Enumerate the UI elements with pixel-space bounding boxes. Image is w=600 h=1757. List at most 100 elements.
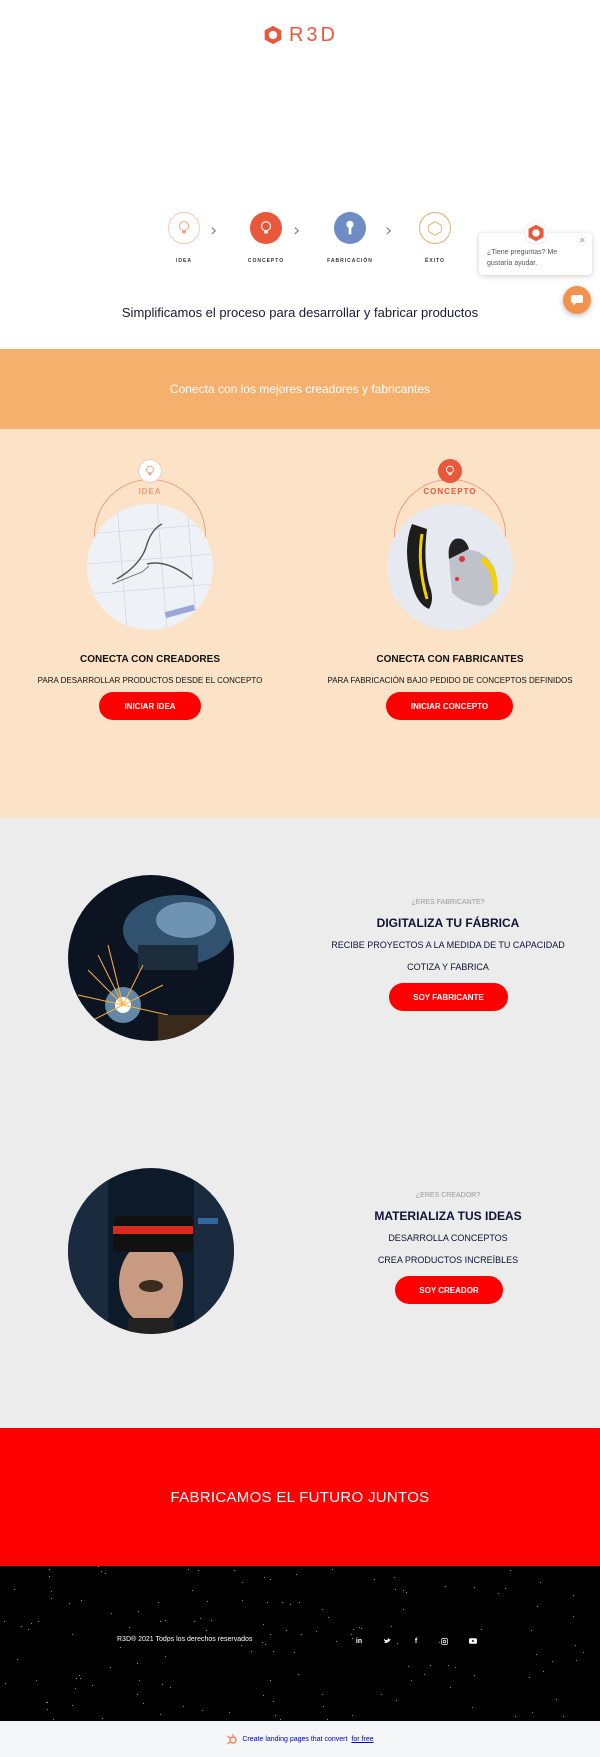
step-idea: IDEA bbox=[154, 212, 214, 264]
chat-launcher-button[interactable] bbox=[563, 286, 591, 314]
star-dot bbox=[76, 1678, 77, 1679]
star-dot bbox=[455, 1667, 456, 1668]
star-dot bbox=[336, 1641, 337, 1642]
lightbulb-outline-icon bbox=[138, 459, 162, 483]
star-dot bbox=[323, 1706, 324, 1707]
star-dot bbox=[98, 1566, 99, 1567]
start-idea-button[interactable]: INICIAR IDEA bbox=[99, 692, 201, 720]
star-dot bbox=[79, 1675, 80, 1676]
star-dot bbox=[28, 1629, 29, 1630]
star-dot bbox=[36, 1680, 37, 1681]
star-dot bbox=[498, 1593, 499, 1594]
manufacturer-block: ¿ERES FABRICANTE? DIGITALIZA TU FÁBRICA … bbox=[298, 899, 598, 984]
i-am-manufacturer-button[interactable]: SOY FABRICANTE bbox=[389, 983, 508, 1011]
star-dot bbox=[4, 1621, 5, 1622]
start-concept-button[interactable]: INICIAR CONCEPTO bbox=[386, 692, 513, 720]
star-dot bbox=[211, 1620, 212, 1621]
card-badge-label: IDEA bbox=[138, 487, 162, 496]
star-dot bbox=[158, 1602, 159, 1603]
hubspot-lead-text: Create landing pages that convert bbox=[242, 1735, 348, 1743]
instagram-icon[interactable] bbox=[437, 1634, 451, 1648]
star-dot bbox=[5, 1683, 6, 1684]
manufacturer-title: DIGITALIZA TU FÁBRICA bbox=[376, 916, 520, 930]
star-dot bbox=[143, 1703, 144, 1704]
star-dot bbox=[374, 1579, 375, 1580]
star-dot bbox=[202, 1710, 203, 1711]
lightbulb-outline-icon bbox=[168, 212, 200, 244]
twitter-icon[interactable] bbox=[380, 1634, 394, 1648]
chat-message: ¿Tiene preguntas? Me gustaría ayudar. bbox=[487, 249, 558, 268]
chat-icon bbox=[571, 295, 583, 306]
star-dot bbox=[481, 1629, 482, 1630]
star-dot bbox=[49, 1576, 50, 1577]
star-dot bbox=[299, 1602, 300, 1603]
lightbulb-filled-icon bbox=[250, 212, 282, 244]
chevron-right-icon: › bbox=[385, 220, 393, 241]
facebook-icon[interactable]: f bbox=[409, 1634, 423, 1648]
header: R3D bbox=[0, 0, 600, 200]
star-dot bbox=[575, 1645, 576, 1646]
star-dot bbox=[270, 1579, 271, 1580]
star-dot bbox=[75, 1688, 76, 1689]
star-dot bbox=[286, 1630, 287, 1631]
star-dot bbox=[397, 1643, 398, 1644]
star-dot bbox=[352, 1715, 353, 1716]
step-label: ÉXITO bbox=[425, 258, 445, 264]
cta-title: FABRICAMOS EL FUTURO JUNTOS bbox=[170, 1488, 430, 1506]
star-dot bbox=[47, 1702, 48, 1703]
card-creators: IDEA CONECTA CON CREADORES PARA DESARROL… bbox=[0, 429, 300, 818]
footer: R3D® 2021 Todos los derechos reservados … bbox=[0, 1566, 600, 1721]
star-dot bbox=[194, 1621, 195, 1622]
close-icon[interactable]: ✕ bbox=[579, 236, 586, 245]
star-dot bbox=[353, 1629, 354, 1630]
cta-band: FABRICAMOS EL FUTURO JUNTOS bbox=[0, 1428, 600, 1566]
star-dot bbox=[53, 1719, 54, 1720]
star-dot bbox=[474, 1587, 475, 1588]
star-dot bbox=[301, 1634, 302, 1635]
star-dot bbox=[111, 1613, 112, 1614]
star-dot bbox=[138, 1611, 139, 1612]
star-dot bbox=[394, 1577, 395, 1578]
star-dot bbox=[576, 1660, 577, 1661]
star-dot bbox=[298, 1674, 299, 1675]
process-steps: IDEA › CONCEPTO › FABRICACIÓN › ÉXITO bbox=[150, 212, 451, 272]
star-dot bbox=[21, 1626, 22, 1627]
star-dot bbox=[188, 1569, 189, 1570]
hubspot-sprocket-icon bbox=[227, 1734, 238, 1745]
star-dot bbox=[14, 1589, 15, 1590]
star-dot bbox=[403, 1590, 404, 1591]
star-dot bbox=[69, 1603, 70, 1604]
step-concepto: CONCEPTO bbox=[236, 212, 296, 264]
star-dot bbox=[275, 1715, 276, 1716]
audience-section: ¿ERES FABRICANTE? DIGITALIZA TU FÁBRICA … bbox=[0, 818, 600, 1428]
logo[interactable]: R3D bbox=[263, 22, 338, 48]
star-dot bbox=[552, 1661, 553, 1662]
logo-text: R3D bbox=[288, 23, 338, 46]
star-dot bbox=[262, 1642, 263, 1643]
star-dot bbox=[472, 1707, 473, 1708]
card-manufacturers: CONCEPTO CONECTA CON FABRICANTES PARA FA… bbox=[300, 429, 600, 818]
star-dot bbox=[391, 1626, 392, 1627]
welding-image bbox=[68, 875, 234, 1041]
card-heading: CONECTA CON CREADORES bbox=[79, 654, 220, 665]
for-free-link[interactable]: for free bbox=[351, 1736, 373, 1743]
lightbulb-filled-icon bbox=[438, 459, 462, 483]
star-dot bbox=[92, 1685, 93, 1686]
creator-title: MATERIALIZA TUS IDEAS bbox=[374, 1209, 522, 1223]
connect-band: Conecta con los mejores creadores y fabr… bbox=[0, 349, 600, 429]
connect-section: IDEA CONECTA CON CREADORES PARA DESARROL… bbox=[0, 429, 600, 818]
linkedin-icon[interactable]: in bbox=[352, 1634, 366, 1648]
star-dot bbox=[515, 1716, 516, 1717]
step-label: IDEA bbox=[176, 258, 192, 264]
star-dot bbox=[403, 1609, 404, 1610]
i-am-creator-button[interactable]: SOY CREADOR bbox=[395, 1276, 503, 1304]
sneaker-image bbox=[387, 504, 513, 630]
vr-headset-image bbox=[68, 1168, 234, 1334]
star-dot bbox=[543, 1671, 544, 1672]
youtube-icon[interactable] bbox=[466, 1634, 480, 1648]
star-dot bbox=[198, 1570, 199, 1571]
star-dot bbox=[411, 1680, 412, 1681]
logo-mark-icon bbox=[528, 224, 544, 242]
star-dot bbox=[361, 1628, 362, 1629]
star-dot bbox=[273, 1651, 274, 1652]
